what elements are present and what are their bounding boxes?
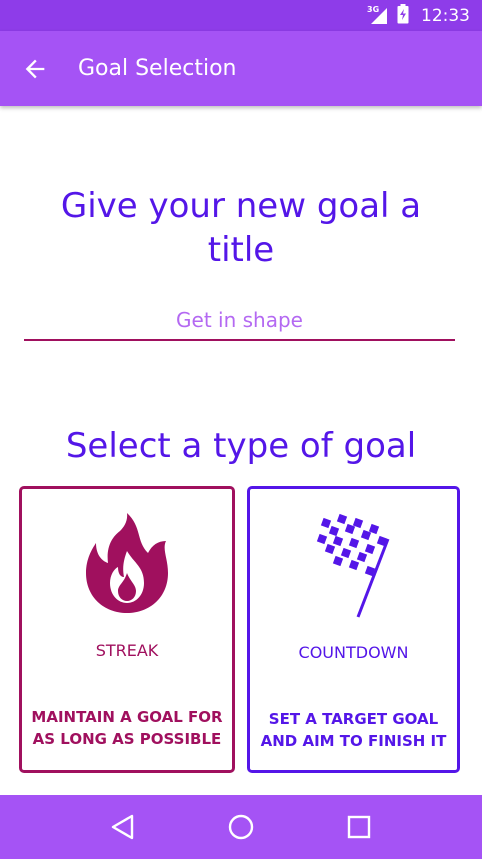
clock: 12:33 [421,5,470,26]
goal-title-input[interactable] [24,303,455,337]
page-title: Goal Selection [78,56,237,81]
app-bar: Goal Selection [0,31,482,106]
flame-icon [82,511,172,619]
back-triangle-icon[interactable] [107,811,139,843]
recents-square-icon[interactable] [343,811,375,843]
battery-icon [397,3,409,28]
goal-type-heading: Select a type of goal [65,426,417,466]
signal-icon: 3G [367,4,389,26]
back-arrow-icon[interactable] [21,55,49,83]
streak-label: STREAK [95,641,159,660]
home-circle-icon[interactable] [225,811,257,843]
network-type: 3G [367,4,380,14]
countdown-description: SET A TARGET GOAL AND AIM TO FINISH IT [260,710,447,750]
checkered-flag-icon [312,513,396,623]
countdown-label: COUNTDOWN [298,643,409,662]
streak-description: MAINTAIN A GOAL FOR AS LONG AS POSSIBLE [31,708,223,748]
countdown-card[interactable]: COUNTDOWN SET A TARGET GOAL AND AIM TO F… [247,486,460,773]
goal-title-field-wrapper [24,303,455,341]
status-bar: 3G 12:33 [0,0,482,31]
streak-card[interactable]: STREAK MAINTAIN A GOAL FOR AS LONG AS PO… [19,486,235,773]
system-nav-bar [0,795,482,859]
goal-title-heading: Give your new goal a title [60,186,422,270]
